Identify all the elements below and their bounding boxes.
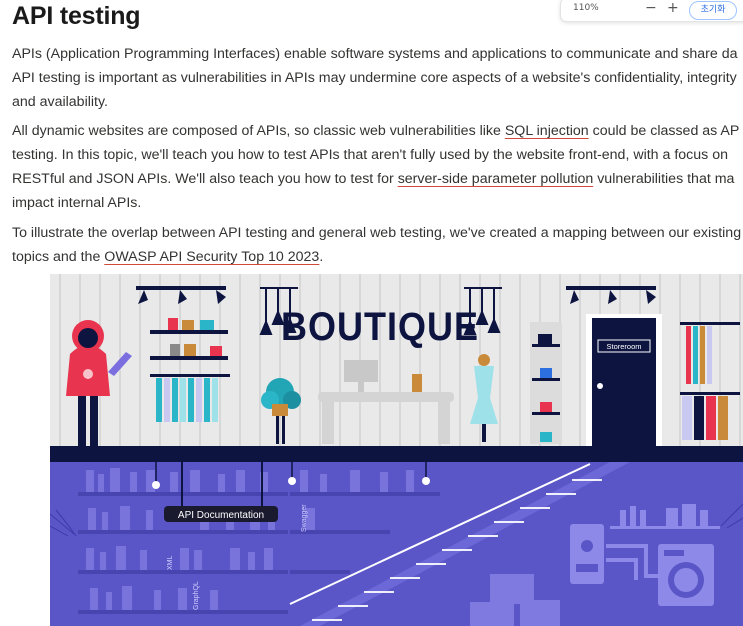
text-line: testing. In this topic, we'll teach you … <box>12 147 728 163</box>
server-side-parameter-pollution-link[interactable]: server-side parameter pollution <box>398 171 594 187</box>
graphql-book-label: GraphQL <box>193 581 200 610</box>
zoom-popup: 110% − + 초기화 <box>560 0 743 22</box>
boutique-illustration-svg: BOUTIQUE Storeroom Swagger XML GraphQL A… <box>50 274 743 626</box>
zoom-in-button[interactable]: + <box>667 0 679 16</box>
text-segment: . <box>319 249 324 265</box>
storeroom-sign: Storeroom <box>606 342 641 351</box>
text-line: To illustrate the overlap between API te… <box>12 225 742 241</box>
zoom-reset-button[interactable]: 초기화 <box>689 1 737 20</box>
page-title: API testing <box>12 2 141 30</box>
text-segment: All dynamic websites are composed of API… <box>12 123 505 139</box>
sql-injection-link[interactable]: SQL injection <box>505 123 589 139</box>
text-line: impact internal APIs. <box>12 195 142 211</box>
xml-book-label: XML <box>167 556 174 571</box>
swagger-book-label: Swagger <box>301 504 308 532</box>
text-segment: topics and the <box>12 249 105 265</box>
text-segment: could be classed as AP <box>588 123 740 139</box>
text-line: topics and the OWASP API Security Top 10… <box>12 245 743 269</box>
text-line: All dynamic websites are composed of API… <box>12 119 743 143</box>
intro-paragraph: APIs (Application Programming Interfaces… <box>12 42 743 114</box>
text-segment: vulnerabilities that ma <box>593 171 735 187</box>
api-documentation-label: API Documentation <box>178 510 264 521</box>
api-testing-illustration: BOUTIQUE Storeroom Swagger XML GraphQL A… <box>50 274 743 626</box>
storeroom-door: Storeroom <box>586 314 662 446</box>
right-narrow-shelf <box>530 322 562 444</box>
text-line: and availability. <box>12 94 108 110</box>
zoom-level: 110% <box>573 3 599 13</box>
washing-machine <box>658 544 714 606</box>
shop-floor <box>50 446 743 462</box>
topic-paragraph: All dynamic websites are composed of API… <box>12 119 743 215</box>
text-line: API testing is important as vulnerabilit… <box>12 70 737 86</box>
boutique-sign: BOUTIQUE <box>281 305 479 349</box>
text-line: APIs (Application Programming Interfaces… <box>12 46 738 62</box>
text-segment: RESTful and JSON APIs. We'll also teach … <box>12 171 398 187</box>
mapping-paragraph: To illustrate the overlap between API te… <box>12 221 743 269</box>
zoom-out-button[interactable]: − <box>645 0 657 16</box>
owasp-api-top10-link[interactable]: OWASP API Security Top 10 2023 <box>104 249 319 265</box>
text-line: RESTful and JSON APIs. We'll also teach … <box>12 167 743 191</box>
